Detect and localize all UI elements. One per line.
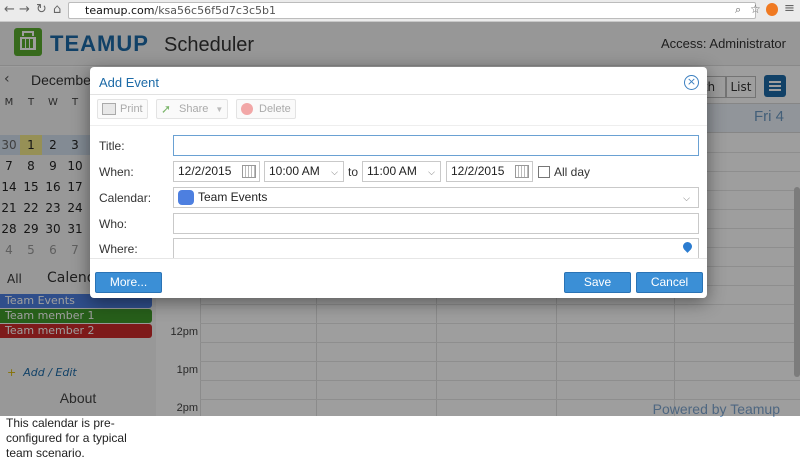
calendar-picker-icon[interactable]	[242, 165, 256, 178]
browser-toolbar: ← → ↻ ⌂ teamup.com/ksa56c56f5d7c3c5b1 ⌕ …	[0, 0, 800, 22]
where-input[interactable]	[173, 238, 699, 258]
close-icon[interactable]: ×	[684, 75, 699, 90]
chevron-down-icon: ▼	[215, 105, 224, 114]
about-text: This calendar is pre-configured for a ty…	[6, 416, 127, 460]
url-path: /ksa56c56f5d7c3c5b1	[154, 4, 276, 17]
dialog-header: Add Event ×	[90, 67, 707, 95]
add-event-dialog: Add Event × Print ➚ Share ▼ Delete Title…	[90, 67, 707, 298]
more-button[interactable]: More...	[95, 272, 162, 293]
divider	[90, 258, 707, 259]
start-date-field[interactable]: 12/2/2015	[173, 161, 260, 182]
dialog-title: Add Event	[99, 75, 159, 90]
save-button[interactable]: Save	[564, 272, 631, 293]
print-label: Print	[120, 103, 143, 115]
delete-icon	[241, 103, 253, 115]
calendar-picker-icon[interactable]	[515, 165, 529, 178]
chevron-down-icon: ⌵	[683, 193, 690, 203]
title-input[interactable]	[173, 135, 699, 156]
share-label: Share	[179, 103, 209, 115]
who-label: Who:	[99, 217, 128, 231]
all-day-label: All day	[554, 165, 591, 179]
calendar-color-swatch	[178, 190, 194, 205]
extension-icon[interactable]	[766, 3, 778, 16]
share-button[interactable]: ➚ Share ▼	[156, 99, 228, 119]
to-label: to	[348, 165, 359, 179]
chevron-down-icon: ⌵	[331, 167, 338, 177]
end-time-value: 11:00 AM	[367, 164, 417, 178]
star-icon[interactable]: ☆	[750, 2, 761, 16]
map-pin-icon[interactable]	[681, 240, 694, 253]
calendar-label: Calendar:	[99, 191, 152, 205]
title-label: Title:	[99, 139, 125, 153]
all-day-checkbox[interactable]	[538, 166, 550, 178]
share-icon: ➚	[161, 102, 172, 116]
arrow-left-icon[interactable]: ←	[4, 2, 15, 17]
end-date-field[interactable]: 12/2/2015	[446, 161, 533, 182]
printer-icon	[102, 103, 116, 115]
address-bar[interactable]: teamup.com/ksa56c56f5d7c3c5b1	[68, 2, 756, 19]
where-label: Where:	[99, 242, 138, 256]
delete-button[interactable]: Delete	[236, 99, 296, 119]
url-host: teamup.com	[85, 4, 155, 17]
start-time-select[interactable]: 10:00 AM ⌵	[264, 161, 344, 182]
end-date-value: 12/2/2015	[451, 164, 505, 178]
cancel-button[interactable]: Cancel	[636, 272, 703, 293]
chevron-down-icon: ⌵	[428, 167, 435, 177]
print-button[interactable]: Print	[97, 99, 148, 119]
when-label: When:	[99, 165, 134, 179]
end-time-select[interactable]: 11:00 AM ⌵	[362, 161, 441, 182]
menu-icon[interactable]: ≡	[784, 1, 795, 16]
calendar-select[interactable]: Team Events ⌵	[173, 187, 699, 208]
start-date-value: 12/2/2015	[178, 164, 232, 178]
reload-icon[interactable]: ↻	[36, 2, 47, 17]
home-icon[interactable]: ⌂	[53, 2, 61, 17]
who-input[interactable]	[173, 213, 699, 234]
divider	[90, 125, 707, 126]
arrow-right-icon[interactable]: →	[19, 2, 30, 17]
zoom-icon[interactable]: ⌕	[735, 3, 741, 17]
start-time-value: 10:00 AM	[269, 164, 320, 178]
delete-label: Delete	[259, 103, 291, 115]
calendar-select-value: Team Events	[198, 190, 268, 204]
